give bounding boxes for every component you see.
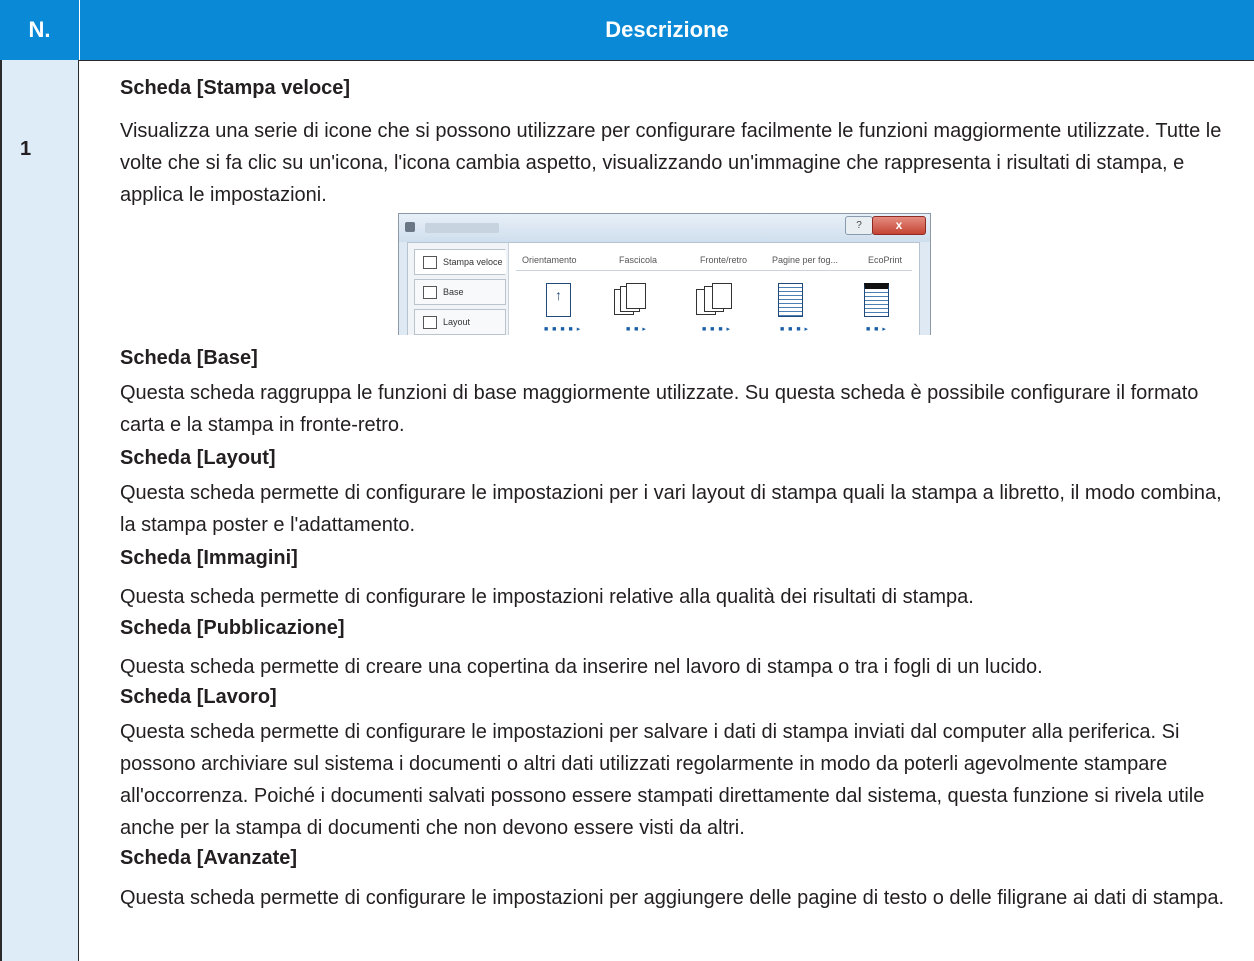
- tab-label: Layout: [443, 317, 471, 327]
- col-orientamento: Orientamento: [522, 255, 577, 265]
- number-column: 1: [0, 60, 79, 961]
- row-number: 1: [20, 138, 32, 160]
- printer-dialog-screenshot: ? x Stampa veloce Base Layout Orientamen…: [398, 213, 931, 335]
- dialog-titlebar: ? x: [399, 214, 930, 242]
- tab-base[interactable]: Base: [414, 279, 506, 305]
- section-text-stampa-veloce: Visualizza una serie di icone che si pos…: [120, 120, 1222, 206]
- col-fascicola: Fascicola: [619, 255, 658, 265]
- section-text-immagini: Questa scheda permette di configurare le…: [120, 586, 974, 608]
- header-description: Descrizione: [80, 0, 1254, 60]
- collate-icon[interactable]: [614, 283, 648, 319]
- section-text-avanzate: Questa scheda permette di configurare le…: [120, 887, 1225, 909]
- collate-indicator: ■ ■ ▸: [626, 326, 647, 333]
- header-number: N.: [0, 0, 80, 60]
- description-table: N. Descrizione 1 Scheda [Stampa veloce] …: [0, 0, 1254, 961]
- section-title-base: Scheda [Base]: [120, 347, 258, 369]
- row-divider: [0, 60, 1254, 61]
- section-title-immagini: Scheda [Immagini]: [120, 547, 298, 569]
- section-text-lavoro: Questa scheda permette di configurare le…: [120, 721, 1205, 839]
- basic-icon: [423, 285, 437, 299]
- tab-label: Base: [443, 287, 464, 297]
- orientation-icon[interactable]: ↑: [546, 283, 571, 317]
- close-button[interactable]: x: [872, 216, 926, 235]
- col-fronte-retro: Fronte/retro: [700, 255, 748, 265]
- tab-stampa-veloce[interactable]: Stampa veloce: [414, 249, 506, 275]
- section-text-layout: Questa scheda permette di configurare le…: [120, 482, 1222, 536]
- col-ecoprint: EcoPrint: [868, 255, 903, 265]
- pages-per-sheet-icon[interactable]: [778, 283, 803, 317]
- dialog-panel: Stampa veloce Base Layout Orientamento F…: [407, 242, 920, 335]
- col-pagine-per-foglio: Pagine per fog...: [772, 255, 839, 265]
- quick-print-icon: [423, 255, 437, 269]
- ecoprint-indicator: ■ ■ ▸: [866, 326, 887, 333]
- help-button[interactable]: ?: [845, 216, 873, 235]
- section-title-layout: Scheda [Layout]: [120, 447, 276, 469]
- header-divider: [516, 270, 912, 271]
- duplex-indicator: ■ ■ ■ ▸: [702, 326, 732, 333]
- duplex-icon[interactable]: [696, 283, 732, 319]
- section-text-pubblicazione: Questa scheda permette di creare una cop…: [120, 656, 1043, 678]
- section-title-pubblicazione: Scheda [Pubblicazione]: [120, 617, 345, 639]
- dialog-tab-list: Stampa veloce Base Layout: [408, 243, 509, 335]
- printer-icon: [405, 222, 415, 232]
- tab-label: Stampa veloce: [443, 257, 503, 267]
- section-title-stampa-veloce: Scheda [Stampa veloce]: [120, 77, 351, 99]
- pages-per-sheet-indicator: ■ ■ ■ ▸: [780, 326, 810, 333]
- tab-layout[interactable]: Layout: [414, 309, 506, 335]
- section-text-base: Questa scheda raggruppa le funzioni di b…: [120, 382, 1199, 436]
- layout-icon: [423, 315, 437, 329]
- dialog-title-blurred: [425, 223, 499, 233]
- section-title-lavoro: Scheda [Lavoro]: [120, 686, 277, 708]
- orientation-indicator: ■ ■ ■ ■ ▸: [544, 326, 582, 333]
- section-title-avanzate: Scheda [Avanzate]: [120, 847, 298, 869]
- ecoprint-icon[interactable]: [864, 283, 889, 317]
